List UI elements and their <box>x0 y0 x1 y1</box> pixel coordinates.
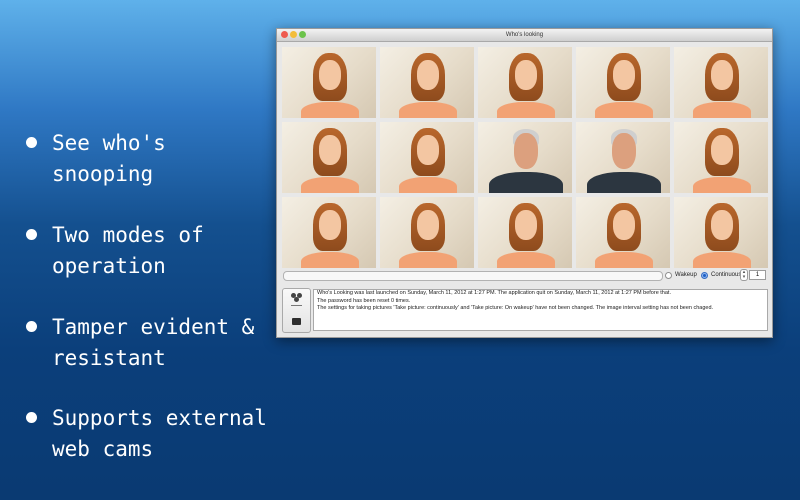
snapshot-thumbnail[interactable] <box>576 47 670 118</box>
snapshot-thumbnail[interactable] <box>576 197 670 268</box>
feature-text: See who's snooping <box>52 131 166 186</box>
photo-face <box>710 59 734 90</box>
photo-face <box>514 59 538 90</box>
snapshot-thumbnail[interactable] <box>380 47 474 118</box>
photo-face <box>416 209 440 240</box>
photo-face <box>513 133 539 169</box>
wakeup-option[interactable]: Wakeup <box>665 270 697 280</box>
photo-shirt <box>587 171 661 193</box>
bullet-dot <box>26 229 37 240</box>
photo-shirt <box>489 171 563 193</box>
continuous-label: Continuous <box>711 272 742 278</box>
snapshot-thumbnail[interactable] <box>380 122 474 193</box>
photo-shirt <box>692 177 752 193</box>
feature-text: Supports external web cams <box>52 406 267 461</box>
photo-shirt <box>300 102 360 118</box>
log-line: The settings for taking pictures 'Take p… <box>317 305 714 311</box>
photo-face <box>611 133 637 169</box>
photo-face <box>318 59 342 90</box>
photo-face <box>416 134 440 165</box>
photo-shirt <box>496 102 556 118</box>
photo-face <box>318 209 342 240</box>
snapshot-thumbnail[interactable] <box>674 47 768 118</box>
snapshot-thumbnail[interactable] <box>576 122 670 193</box>
photo-shirt <box>398 177 458 193</box>
snapshot-thumbnail[interactable] <box>282 122 376 193</box>
bullet-dot <box>26 137 37 148</box>
photo-shirt <box>300 252 360 268</box>
snapshot-thumbnail[interactable] <box>478 197 572 268</box>
photo-shirt <box>692 102 752 118</box>
bullet-dot <box>26 412 37 423</box>
snapshot-thumbnail[interactable] <box>380 197 474 268</box>
photo-shirt <box>398 252 458 268</box>
wakeup-label: Wakeup <box>675 272 697 278</box>
feature-text: Tamper evident & resistant <box>52 315 255 370</box>
snapshot-thumbnail[interactable] <box>478 47 572 118</box>
title-bar[interactable]: Who's looking <box>277 29 772 42</box>
photo-shirt <box>594 102 654 118</box>
photo-shirt <box>594 252 654 268</box>
window-title: Who's looking <box>505 32 544 38</box>
photo-grid <box>282 47 768 268</box>
log-line: Who's Looking was last launched on Sunda… <box>317 290 671 296</box>
snapshot-thumbnail[interactable] <box>674 122 768 193</box>
photo-face <box>612 59 636 90</box>
photo-shirt <box>300 177 360 193</box>
activity-log: Who's Looking was last launched on Sunda… <box>313 289 768 331</box>
stepper-icon[interactable]: ▴ ▾ <box>740 269 748 281</box>
app-logo <box>282 288 311 333</box>
interval-field[interactable]: 1 <box>749 270 766 280</box>
photo-shirt <box>398 102 458 118</box>
snapshot-thumbnail[interactable] <box>282 47 376 118</box>
continuous-radio[interactable] <box>701 271 708 279</box>
divider <box>291 305 302 306</box>
snapshot-thumbnail[interactable] <box>478 122 572 193</box>
bullet-dot <box>26 321 37 332</box>
photo-face <box>514 209 538 240</box>
continuous-option[interactable]: Continuous <box>701 270 741 280</box>
photo-face <box>710 134 734 165</box>
snapshot-thumbnail[interactable] <box>674 197 768 268</box>
camera-cluster-icon <box>294 297 299 302</box>
photo-face <box>416 59 440 90</box>
photo-face <box>612 209 636 240</box>
photo-face <box>710 209 734 240</box>
wakeup-radio[interactable] <box>665 271 672 279</box>
feature-text: Two modes of operation <box>52 223 204 278</box>
app-window: Who's looking Wakeup Continuous ▴ ▾ 1 Who… <box>276 28 773 338</box>
photo-face <box>318 134 342 165</box>
photo-shirt <box>692 252 752 268</box>
capture-progress-bar <box>283 271 663 281</box>
lock-icon <box>292 318 301 325</box>
photo-shirt <box>496 252 556 268</box>
log-line: The password has been reset 0 times. <box>317 297 411 304</box>
snapshot-thumbnail[interactable] <box>282 197 376 268</box>
